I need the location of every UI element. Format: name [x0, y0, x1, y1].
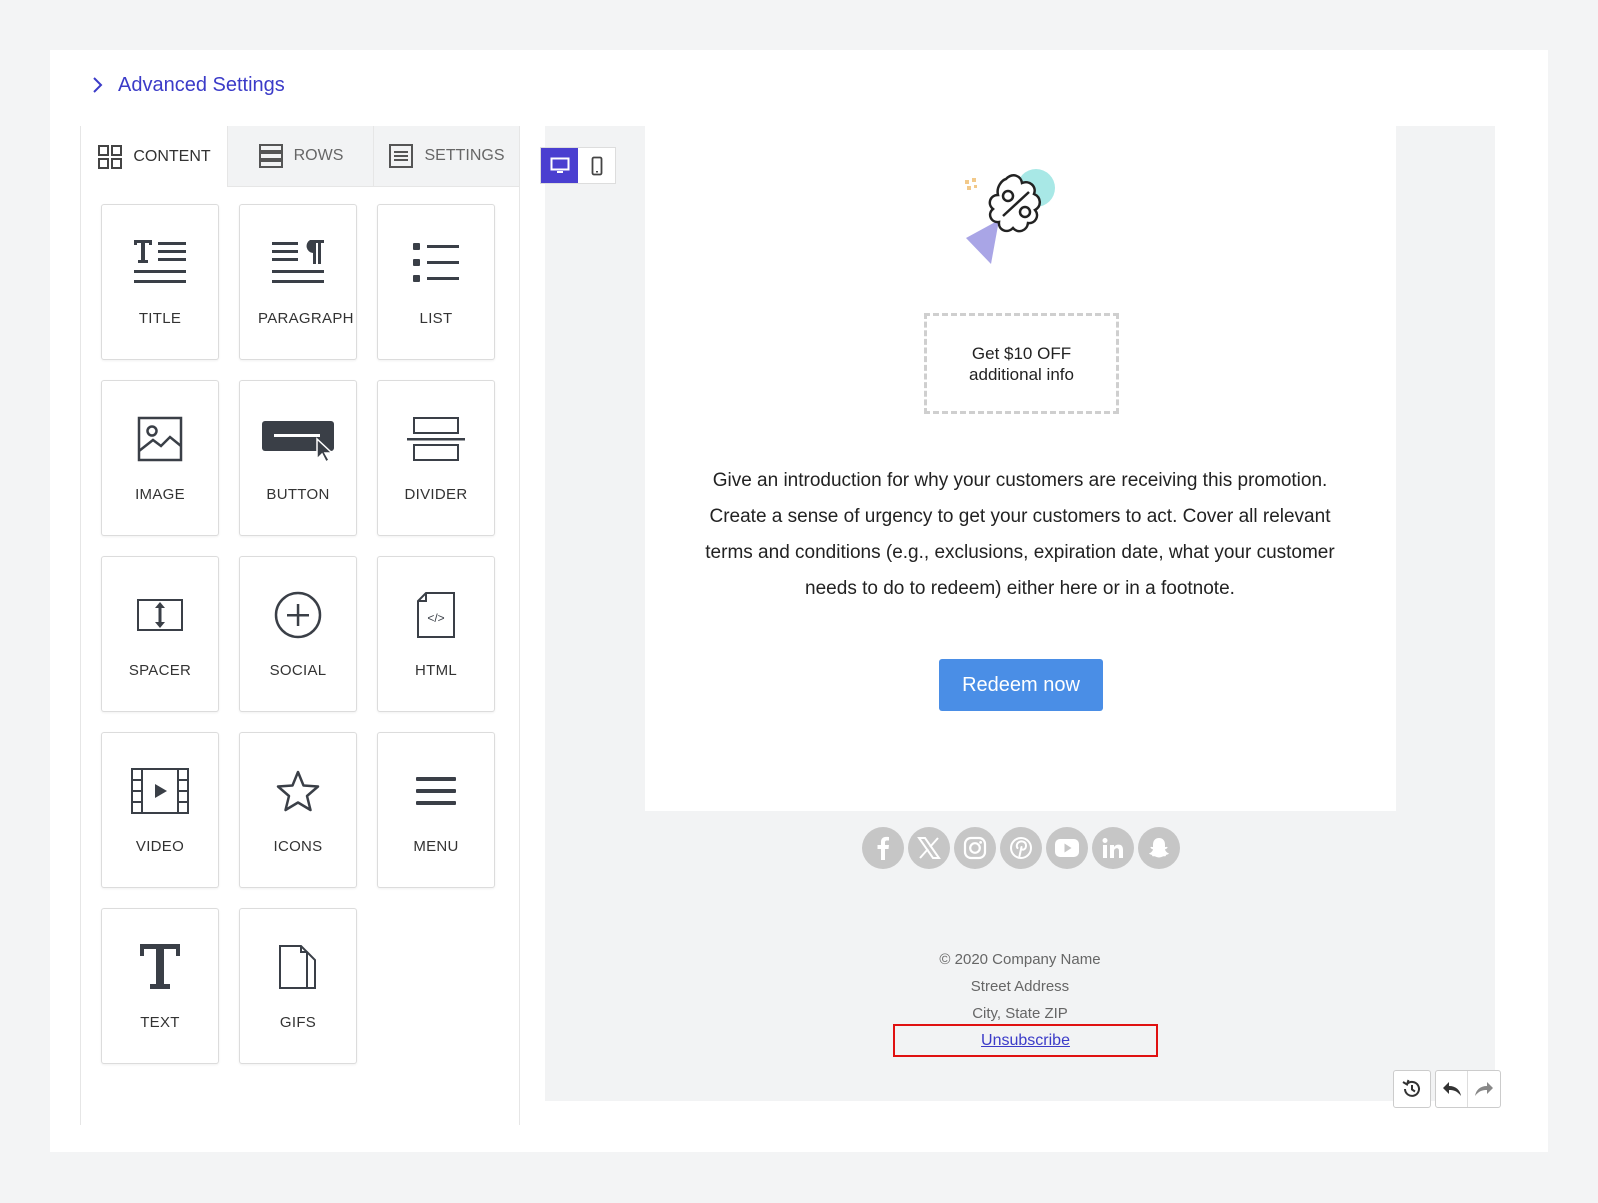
video-icon [131, 768, 189, 814]
block-image-label: IMAGE [135, 486, 185, 503]
unsubscribe-link[interactable]: Unsubscribe [981, 1032, 1070, 1050]
device-switch [540, 147, 616, 184]
title-icon [134, 240, 186, 283]
block-spacer[interactable]: SPACER [101, 556, 219, 712]
block-spacer-label: SPACER [128, 662, 192, 679]
block-html[interactable]: </> HTML [377, 556, 495, 712]
pinterest-icon[interactable] [1000, 827, 1042, 869]
block-gifs-label: GIFS [279, 1014, 317, 1031]
undo-icon [1442, 1082, 1461, 1096]
menu-icon [416, 777, 456, 805]
desktop-icon [550, 157, 569, 173]
spacer-icon [137, 599, 183, 631]
history-button[interactable] [1393, 1070, 1431, 1108]
block-social-label: SOCIAL [269, 662, 327, 679]
x-icon[interactable] [908, 827, 950, 869]
block-menu-label: MENU [413, 838, 459, 855]
block-paragraph-label: PARAGRAPH [258, 310, 354, 327]
promo-intro-text: Give an introduction for why your custom… [705, 470, 1335, 599]
block-list-label: LIST [419, 310, 453, 327]
youtube-icon[interactable] [1046, 827, 1088, 869]
paragraph-icon [272, 240, 324, 283]
block-divider-label: DIVIDER [404, 486, 468, 503]
grid-icon [98, 144, 123, 169]
image-icon [137, 416, 183, 462]
list-icon [413, 243, 459, 282]
content-blocks-grid: TITLE PARAGRAPH LIST IMAGE BUTTON DIVIDE… [101, 204, 495, 1064]
block-divider[interactable]: DIVIDER [377, 380, 495, 536]
coupon-line2: additional info [969, 364, 1074, 384]
instagram-icon[interactable] [954, 827, 996, 869]
tab-settings[interactable]: SETTINGS [373, 126, 519, 187]
block-title[interactable]: TITLE [101, 204, 219, 360]
social-icon [274, 591, 322, 639]
facebook-icon[interactable] [862, 827, 904, 869]
coupon-line1: Get $10 OFF [971, 343, 1072, 363]
redo-button[interactable] [1468, 1071, 1500, 1107]
block-icons[interactable]: ICONS [239, 732, 357, 888]
advanced-settings-label: Advanced Settings [118, 73, 285, 96]
block-text[interactable]: TEXT [101, 908, 219, 1064]
snapchat-icon[interactable] [1138, 827, 1180, 869]
social-icons-row [862, 827, 1180, 869]
footer-copyright: © 2020 Company Name [939, 951, 1101, 968]
block-menu[interactable]: MENU [377, 732, 495, 888]
tab-content[interactable]: CONTENT [81, 126, 227, 187]
redeem-now-button[interactable]: Redeem now [939, 659, 1103, 711]
history-icon [1402, 1079, 1420, 1097]
block-paragraph[interactable]: PARAGRAPH [239, 204, 357, 360]
block-text-label: TEXT [140, 1014, 180, 1031]
mobile-icon [591, 156, 602, 175]
block-button-label: BUTTON [266, 486, 330, 503]
gif-file-icon [279, 945, 316, 989]
chevron-right-icon [82, 70, 112, 100]
sidebar-tabs: CONTENT ROWS SETTINGS [81, 126, 519, 187]
email-footer: © 2020 Company Name Street Address City,… [870, 946, 1170, 1027]
block-gifs[interactable]: GIFS [239, 908, 357, 1064]
divider-icon [407, 417, 465, 461]
content-sidebar: CONTENT ROWS SETTINGS TITLE PARAGRAPH LI… [80, 126, 520, 1125]
desktop-view-button[interactable] [541, 148, 578, 183]
settings-icon [389, 144, 414, 168]
block-video[interactable]: VIDEO [101, 732, 219, 888]
linkedin-icon[interactable] [1092, 827, 1134, 869]
undo-button[interactable] [1436, 1071, 1468, 1107]
discount-badge-illustration [965, 169, 1055, 264]
svg-text:</>: </> [427, 611, 444, 625]
block-image[interactable]: IMAGE [101, 380, 219, 536]
footer-city: City, State ZIP [972, 1005, 1068, 1022]
text-icon [140, 944, 180, 989]
button-icon [262, 421, 334, 463]
tab-rows-label: ROWS [293, 147, 344, 164]
block-html-label: HTML [414, 662, 458, 679]
unsubscribe-highlight: Unsubscribe [893, 1024, 1158, 1057]
rows-icon [258, 144, 283, 168]
block-icons-label: ICONS [273, 838, 323, 855]
undo-redo-group [1435, 1070, 1501, 1108]
tab-rows[interactable]: ROWS [227, 126, 373, 187]
history-controls [1393, 1070, 1501, 1108]
tab-content-label: CONTENT [133, 147, 211, 165]
block-button[interactable]: BUTTON [239, 380, 357, 536]
tab-settings-label: SETTINGS [424, 147, 505, 164]
footer-street: Street Address [970, 978, 1070, 995]
block-social[interactable]: SOCIAL [239, 556, 357, 712]
redo-icon [1475, 1082, 1493, 1096]
block-title-label: TITLE [138, 310, 182, 327]
html-icon: </> [417, 592, 455, 638]
coupon-box: Get $10 OFF additional info [924, 313, 1119, 414]
mobile-view-button[interactable] [578, 148, 615, 183]
block-list[interactable]: LIST [377, 204, 495, 360]
star-icon [276, 770, 320, 812]
advanced-settings-toggle[interactable]: Advanced Settings [82, 70, 285, 100]
block-video-label: VIDEO [135, 838, 185, 855]
